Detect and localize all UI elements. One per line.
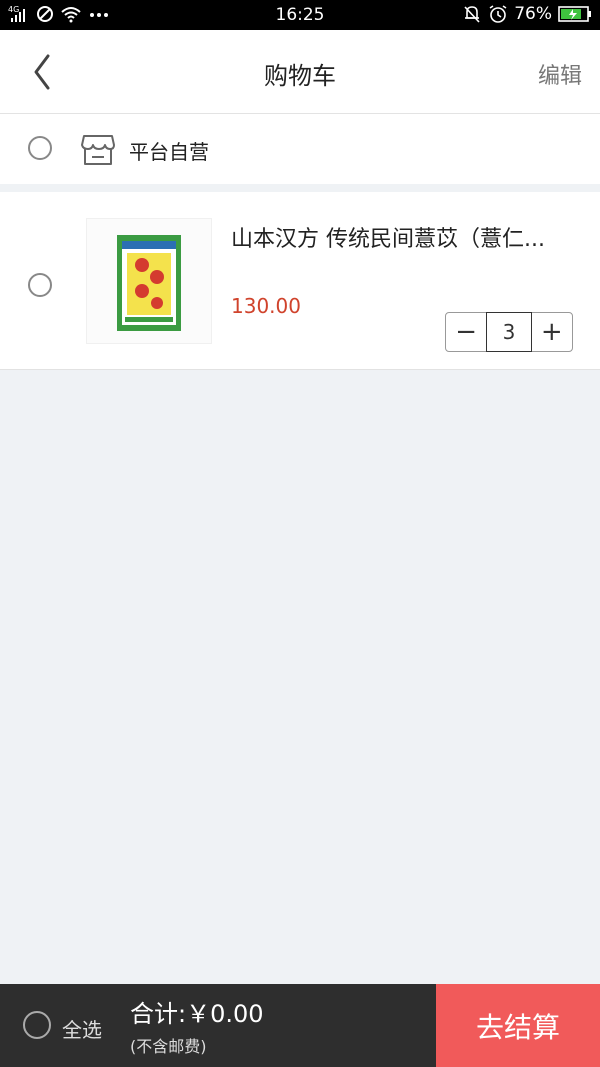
quantity-value[interactable]: 3 bbox=[486, 312, 532, 352]
item-select-radio[interactable] bbox=[28, 273, 52, 297]
select-all-label[interactable]: 全选 bbox=[62, 1014, 102, 1043]
quantity-stepper: − 3 + bbox=[445, 312, 573, 352]
shipping-note: (不含邮费) bbox=[130, 1037, 207, 1056]
decrease-button[interactable]: − bbox=[446, 313, 486, 351]
alarm-icon bbox=[489, 5, 507, 23]
page-title: 购物车 bbox=[264, 62, 336, 90]
checkout-button[interactable]: 去结算 bbox=[436, 984, 600, 1067]
item-price: 130.00 bbox=[231, 294, 301, 318]
status-right: 76% bbox=[462, 4, 592, 24]
nav-bar: 购物车 编辑 bbox=[0, 30, 600, 114]
increase-button[interactable]: + bbox=[532, 313, 572, 351]
battery-icon bbox=[558, 6, 591, 22]
battery-percent: 76% bbox=[514, 4, 552, 24]
store-select-radio[interactable] bbox=[28, 136, 52, 160]
mute-bell-icon bbox=[464, 6, 480, 23]
product-image[interactable] bbox=[86, 218, 212, 344]
item-title[interactable]: 山本汉方 传统民间薏苡（薏仁... bbox=[231, 221, 581, 253]
store-header: 平台自营 bbox=[0, 114, 600, 184]
store-name: 平台自营 bbox=[129, 140, 209, 164]
store-icon bbox=[80, 133, 116, 167]
cart-item: 山本汉方 传统民间薏苡（薏仁... 130.00 − 3 + bbox=[0, 192, 600, 370]
checkout-bar: 全选 合计:￥0.00 (不含邮费) 去结算 bbox=[0, 984, 600, 1067]
total-amount: 合计:￥0.00 bbox=[130, 1000, 264, 1028]
status-bar: 4G 16:25 76% bbox=[0, 0, 600, 30]
select-all-radio[interactable] bbox=[23, 1011, 51, 1039]
edit-button[interactable]: 编辑 bbox=[538, 58, 582, 90]
